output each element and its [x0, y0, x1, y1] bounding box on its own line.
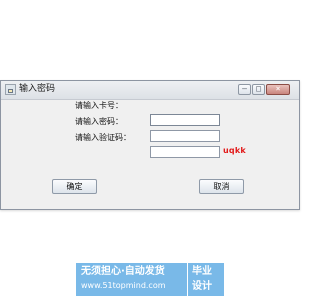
watermark-badge-line1: 毕业	[192, 266, 212, 277]
password-label: 请输入密码：	[75, 117, 123, 126]
watermark-divider	[187, 263, 188, 296]
captcha-label: 请输入验证码：	[75, 133, 131, 142]
watermark-banner: 无须担心·自动发货 www.51topmind.com 毕业 设计	[76, 263, 224, 296]
confirm-button[interactable]: 确定	[52, 179, 97, 194]
watermark-badge-line2: 设计	[192, 281, 212, 292]
window-title: 输入密码	[19, 84, 56, 94]
cancel-button[interactable]: 取消	[199, 179, 244, 194]
login-dialog-window: 输入密码 — □ ×	[0, 80, 300, 210]
watermark-url: www.51topmind.com	[81, 281, 166, 290]
window-titlebar[interactable]: 输入密码 — □ ×	[1, 81, 299, 100]
watermark-tagline: 无须担心·自动发货	[81, 266, 165, 277]
captcha-code-text: uqkk	[223, 146, 246, 155]
minimize-button[interactable]: —	[238, 84, 251, 95]
password-input[interactable]	[150, 130, 220, 142]
card-number-label: 请输入卡号：	[75, 101, 123, 110]
maximize-button[interactable]: □	[252, 84, 265, 95]
dialog-window-icon	[5, 84, 16, 95]
card-number-input[interactable]	[150, 114, 220, 126]
captcha-input[interactable]	[150, 146, 220, 158]
close-button[interactable]: ×	[266, 84, 290, 95]
